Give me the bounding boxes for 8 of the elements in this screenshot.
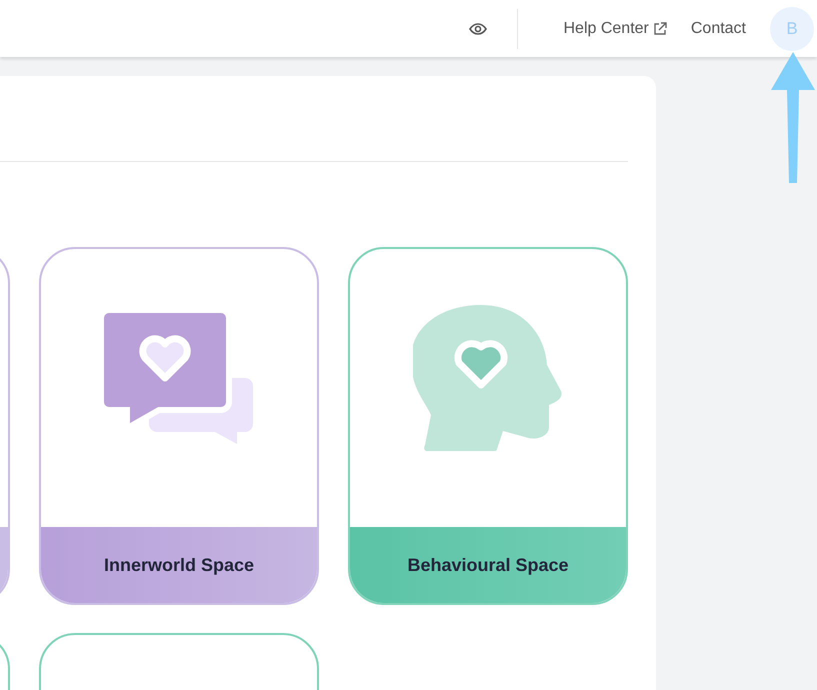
card-title: Behavioural Space xyxy=(407,554,569,577)
space-card[interactable]: Behavioural Space xyxy=(348,247,628,605)
external-link-icon xyxy=(652,22,667,36)
eye-icon[interactable] xyxy=(469,22,488,34)
card-title: Innerworld Space xyxy=(104,554,254,577)
space-card[interactable]: Innerworld Space xyxy=(39,247,319,605)
contact-link[interactable]: Contact xyxy=(690,16,746,40)
help-center-link[interactable]: Help Center xyxy=(563,16,667,40)
